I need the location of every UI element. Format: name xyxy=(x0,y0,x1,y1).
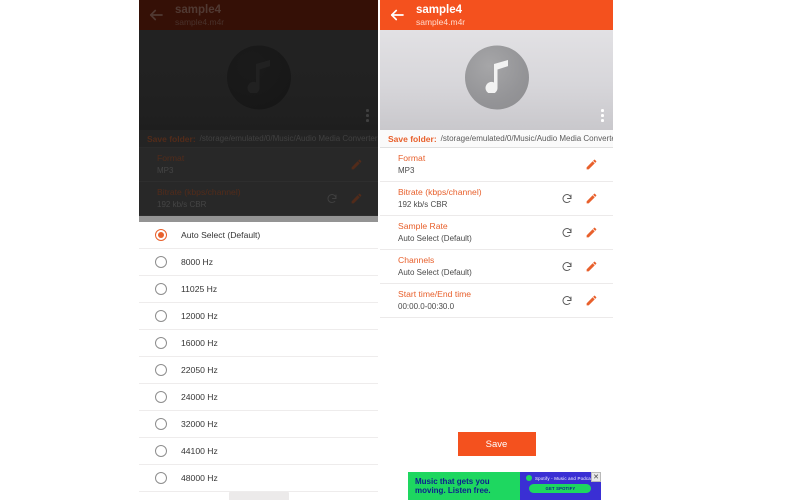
list-item[interactable]: 44100 Hz xyxy=(139,438,378,465)
radio-button-icon[interactable] xyxy=(155,283,167,295)
list-item[interactable]: 16000 Hz xyxy=(139,330,378,357)
save-folder-bar-right: Save folder: /storage/emulated/0/Music/A… xyxy=(380,130,613,148)
screenshot-stage: sample4 sample4.m4r Save folder: /storag… xyxy=(0,0,800,500)
settings-row-value: 00:00.0-00:30.0 xyxy=(398,301,455,311)
list-item-label: 16000 Hz xyxy=(181,338,218,348)
sample-rate-dialog: Auto Select (Default) 8000 Hz 11025 Hz 1… xyxy=(139,222,378,500)
music-note-icon xyxy=(482,59,512,98)
settings-list-right: Format MP3 Bitrate (kbps/channel) 192 kb… xyxy=(380,148,613,318)
list-item-label: 32000 Hz xyxy=(181,419,218,429)
settings-row-title: Channels xyxy=(398,254,435,265)
pencil-edit-icon[interactable] xyxy=(579,192,603,205)
ad-brand-panel: Spotify - Music and Podcasts GET SPOTIFY xyxy=(519,472,601,500)
settings-row-sample-rate[interactable]: Sample Rate Auto Select (Default) xyxy=(380,216,613,250)
pencil-edit-icon[interactable] xyxy=(579,158,603,171)
dialog-button-bar xyxy=(139,492,378,500)
close-icon[interactable]: ✕ xyxy=(591,472,601,482)
list-item[interactable]: 32000 Hz xyxy=(139,411,378,438)
ad-brand-label: Spotify - Music and Podcasts xyxy=(534,475,598,481)
list-item-label: 24000 Hz xyxy=(181,392,218,402)
save-button-container: Save xyxy=(380,432,613,456)
settings-row-title: Start time/End time xyxy=(398,288,472,299)
radio-button-icon[interactable] xyxy=(155,337,167,349)
settings-row-value: Auto Select (Default) xyxy=(398,267,472,277)
artwork-hero-right xyxy=(380,30,613,130)
radio-button-icon[interactable] xyxy=(155,391,167,403)
settings-row-format[interactable]: Format MP3 xyxy=(380,148,613,182)
radio-button-icon[interactable] xyxy=(155,229,167,241)
list-item-label: Auto Select (Default) xyxy=(181,230,261,240)
list-item[interactable]: 24000 Hz xyxy=(139,384,378,411)
save-button[interactable]: Save xyxy=(457,432,536,456)
pencil-edit-icon[interactable] xyxy=(579,294,603,307)
kebab-menu-icon[interactable] xyxy=(601,109,604,122)
settings-row-value: Auto Select (Default) xyxy=(398,233,472,243)
list-item-label: 8000 Hz xyxy=(181,257,214,267)
list-item-label: 11025 Hz xyxy=(181,284,218,294)
list-item-label: 48000 Hz xyxy=(181,473,218,483)
radio-button-icon[interactable] xyxy=(155,310,167,322)
pencil-edit-icon[interactable] xyxy=(579,260,603,273)
app-bar-titles-right: sample4 sample4.m4r xyxy=(416,4,465,27)
spotify-logo-icon xyxy=(525,475,532,481)
reset-icon[interactable] xyxy=(555,227,579,239)
dialog-button-placeholder[interactable] xyxy=(228,492,289,500)
radio-button-icon[interactable] xyxy=(155,472,167,484)
settings-row-channels[interactable]: Channels Auto Select (Default) xyxy=(380,250,613,284)
page-title: sample4 xyxy=(416,3,463,16)
ad-line-1: Music that gets you xyxy=(415,476,490,486)
app-bar-right: sample4 sample4.m4r xyxy=(380,0,613,30)
settings-row-bitrate[interactable]: Bitrate (kbps/channel) 192 kb/s CBR xyxy=(380,182,613,216)
list-item-label: 44100 Hz xyxy=(181,446,218,456)
radio-button-icon[interactable] xyxy=(155,418,167,430)
settings-row-start-end-time[interactable]: Start time/End time 00:00.0-00:30.0 xyxy=(380,284,613,318)
reset-icon[interactable] xyxy=(555,295,579,307)
phone-screenshot-right: sample4 sample4.m4r Save folder: /storag… xyxy=(380,0,613,500)
ad-message: Music that gets you moving. Listen free. xyxy=(408,472,520,500)
settings-row-value: MP3 xyxy=(398,165,415,175)
ad-banner[interactable]: Music that gets you moving. Listen free.… xyxy=(408,472,601,500)
list-item[interactable]: 8000 Hz xyxy=(139,249,378,276)
pencil-edit-icon[interactable] xyxy=(579,226,603,239)
radio-button-icon[interactable] xyxy=(155,445,167,457)
ad-brand-row: Spotify - Music and Podcasts xyxy=(525,475,598,481)
ad-line-2: moving. Listen free. xyxy=(415,486,491,495)
list-item-label: 22050 Hz xyxy=(181,365,218,375)
list-item[interactable]: Auto Select (Default) xyxy=(139,222,378,249)
page-subtitle: sample4.m4r xyxy=(416,16,466,27)
radio-button-icon[interactable] xyxy=(155,256,167,268)
reset-icon[interactable] xyxy=(555,193,579,205)
settings-row-title: Bitrate (kbps/channel) xyxy=(398,186,482,197)
list-item-label: 12000 Hz xyxy=(181,311,218,321)
ad-cta-label: GET SPOTIFY xyxy=(545,486,576,491)
radio-button-icon[interactable] xyxy=(155,364,167,376)
list-item[interactable]: 11025 Hz xyxy=(139,276,378,303)
phone-screenshot-left: sample4 sample4.m4r Save folder: /storag… xyxy=(139,0,378,500)
settings-row-value: 192 kb/s CBR xyxy=(398,199,448,209)
list-item[interactable]: 48000 Hz xyxy=(139,465,378,492)
right-margin xyxy=(613,0,800,500)
back-arrow-icon[interactable] xyxy=(388,6,406,24)
list-item[interactable]: 22050 Hz xyxy=(139,357,378,384)
left-margin xyxy=(0,0,139,500)
reset-icon[interactable] xyxy=(555,261,579,273)
list-item[interactable]: 12000 Hz xyxy=(139,303,378,330)
settings-row-title: Format xyxy=(398,152,426,163)
save-folder-label: Save folder: xyxy=(388,133,437,144)
save-folder-path: /storage/emulated/0/Music/Audio Media Co… xyxy=(440,134,613,143)
settings-row-title: Sample Rate xyxy=(398,220,448,231)
ad-cta-button[interactable]: GET SPOTIFY xyxy=(529,484,592,493)
